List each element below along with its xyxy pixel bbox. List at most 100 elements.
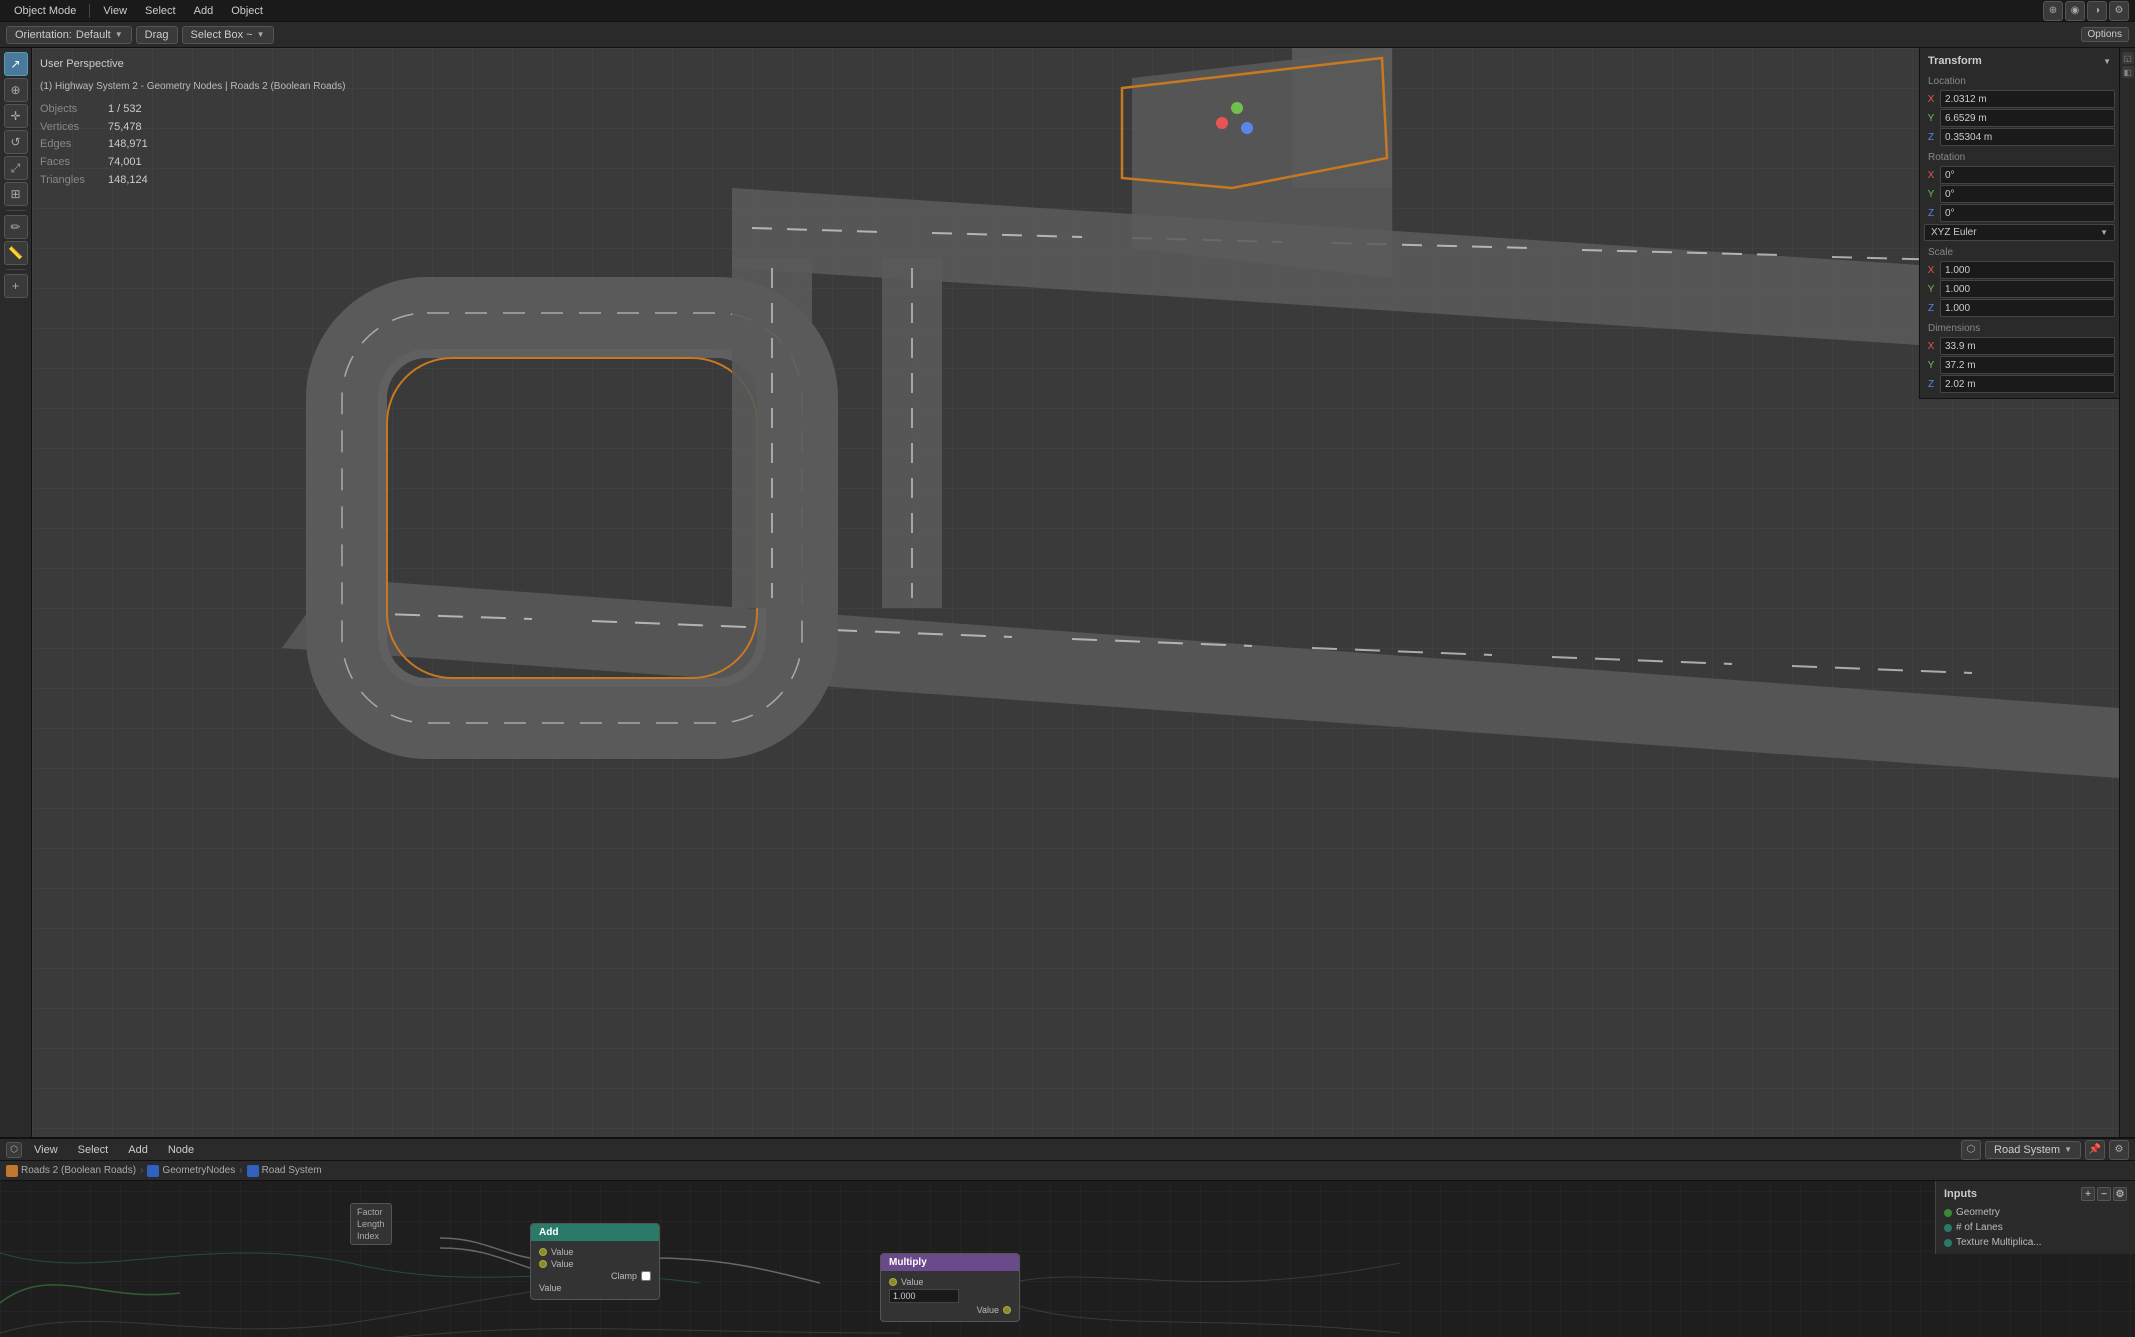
factor-label: Factor	[357, 1206, 385, 1218]
road-system-arrow: ▼	[2064, 1145, 2072, 1154]
right-tool-2[interactable]: ◧	[2122, 66, 2134, 78]
breadcrumb-item-1[interactable]: Roads 2 (Boolean Roads)	[6, 1165, 136, 1177]
index-label: Index	[357, 1230, 385, 1242]
global-icon[interactable]: ⊕	[2043, 1, 2063, 21]
rotation-z-label: Z	[1924, 208, 1938, 219]
rotation-x-input[interactable]	[1940, 166, 2115, 184]
transform-tool[interactable]: ⊞	[4, 182, 28, 206]
multiply-value-label-1: Value	[901, 1277, 923, 1287]
orientation-dropdown[interactable]: Orientation: Default ▼	[6, 26, 132, 44]
shading-icon[interactable]: ◑	[2087, 1, 2107, 21]
node-pin-icon[interactable]: 📌	[2085, 1140, 2105, 1160]
dim-z-label: Z	[1924, 379, 1938, 390]
orientation-value: Default	[76, 29, 111, 41]
drag-button[interactable]: Drag	[136, 26, 178, 44]
breadcrumb-item-3[interactable]: Road System	[247, 1165, 322, 1177]
add-value-label-2: Value	[551, 1259, 573, 1269]
location-x-input[interactable]	[1940, 90, 2115, 108]
multiply-node[interactable]: Multiply Value Value	[880, 1253, 1020, 1322]
menu-add[interactable]: Add	[186, 3, 222, 19]
add-clamp-checkbox[interactable]	[641, 1271, 651, 1281]
rotation-section: Rotation X Y Z XYZ Euler ▼	[1924, 150, 2115, 241]
node-menu-add[interactable]: Add	[120, 1142, 156, 1158]
select-box-arrow: ▼	[257, 30, 265, 39]
node-breadcrumb: Roads 2 (Boolean Roads) › GeometryNodes …	[0, 1161, 2135, 1181]
add-node-title: Add	[539, 1227, 558, 1238]
scale-y-input[interactable]	[1940, 280, 2115, 298]
rotation-y-input[interactable]	[1940, 185, 2115, 203]
scale-z-input[interactable]	[1940, 299, 2115, 317]
right-tool-1[interactable]: ◱	[2122, 52, 2134, 64]
breadcrumb-label-2: GeometryNodes	[162, 1165, 235, 1176]
location-y-input[interactable]	[1940, 109, 2115, 127]
location-x-row: X	[1924, 90, 2115, 108]
measure-tool[interactable]: 📏	[4, 241, 28, 265]
rotate-tool[interactable]: ↺	[4, 130, 28, 154]
settings-icon[interactable]: ⚙	[2109, 1, 2129, 21]
options-button[interactable]: Options	[2081, 27, 2129, 42]
multiply-value-input[interactable]	[889, 1289, 959, 1303]
scale-tool[interactable]: ⤢	[4, 156, 28, 180]
annotate-tool[interactable]: ✏	[4, 215, 28, 239]
road-system-label: Road System	[1994, 1144, 2060, 1156]
location-z-row: Z	[1924, 128, 2115, 146]
right-toolbar: ◱ ◧	[2119, 48, 2135, 1137]
multiply-output-socket	[1003, 1306, 1011, 1314]
menu-object[interactable]: Object	[223, 3, 271, 19]
inputs-remove-button[interactable]: −	[2097, 1187, 2111, 1201]
scale-x-label: X	[1924, 265, 1938, 276]
menu-select[interactable]: Select	[137, 3, 184, 19]
dim-x-label: X	[1924, 341, 1938, 352]
panel-collapse-icon[interactable]: ▼	[2103, 57, 2111, 66]
scale-x-input[interactable]	[1940, 261, 2115, 279]
location-y-row: Y	[1924, 109, 2115, 127]
inputs-settings-button[interactable]: ⚙	[2113, 1187, 2127, 1201]
menu-separator-1	[89, 4, 90, 18]
add-output-row: Value	[539, 1283, 651, 1293]
add-value-row: Value	[539, 1247, 651, 1257]
rotation-z-row: Z	[1924, 204, 2115, 222]
select-box-dropdown[interactable]: Select Box ~ ▼	[182, 26, 274, 44]
node-editor-topbar: ⬡ View Select Add Node ⬡ Road System ▼ 📌…	[0, 1139, 2135, 1161]
node-menu-view[interactable]: View	[26, 1142, 66, 1158]
faces-label: Faces	[40, 154, 100, 172]
dim-z-row: Z	[1924, 375, 2115, 393]
select-tool[interactable]: ↗	[4, 52, 28, 76]
dim-z-input[interactable]	[1940, 375, 2115, 393]
cursor-tool[interactable]: ⊕	[4, 78, 28, 102]
rotation-mode-dropdown[interactable]: XYZ Euler ▼	[1924, 224, 2115, 241]
node-editor-icon[interactable]: ⬡	[6, 1142, 22, 1158]
orientation-label: Orientation:	[15, 29, 72, 41]
location-label: Location	[1924, 74, 2115, 89]
node-editor-icon-1[interactable]: ⬡	[1961, 1140, 1981, 1160]
add-node-body: Value Value Clamp Value	[531, 1241, 659, 1299]
location-z-input[interactable]	[1940, 128, 2115, 146]
move-tool[interactable]: ✛	[4, 104, 28, 128]
dim-y-input[interactable]	[1940, 356, 2115, 374]
breadcrumb-label-3: Road System	[262, 1165, 322, 1176]
inputs-add-button[interactable]: +	[2081, 1187, 2095, 1201]
road-system-dropdown[interactable]: Road System ▼	[1985, 1141, 2081, 1159]
dim-x-input[interactable]	[1940, 337, 2115, 355]
viewport-view-label: User Perspective	[40, 56, 346, 74]
geometry-label: Geometry	[1956, 1207, 2000, 1218]
add-tool[interactable]: +	[4, 274, 28, 298]
node-settings-icon[interactable]: ⚙	[2109, 1140, 2129, 1160]
add-output-label: Value	[539, 1283, 561, 1293]
faces-stat: Faces 74,001	[40, 154, 346, 172]
scale-label: Scale	[1924, 245, 2115, 260]
menu-object-mode[interactable]: Object Mode	[6, 3, 84, 19]
node-menu-select[interactable]: Select	[70, 1142, 117, 1158]
add-node[interactable]: Add Value Value Clamp	[530, 1223, 660, 1300]
location-section: Location X Y Z	[1924, 74, 2115, 146]
menu-view[interactable]: View	[95, 3, 135, 19]
node-menu-node[interactable]: Node	[160, 1142, 202, 1158]
scale-z-row: Z	[1924, 299, 2115, 317]
node-editor-content[interactable]: Factor Length Index Add Value Value	[0, 1161, 2135, 1337]
rotation-z-input[interactable]	[1940, 204, 2115, 222]
breadcrumb-item-2[interactable]: GeometryNodes	[147, 1165, 235, 1177]
overlay-icon[interactable]: ◉	[2065, 1, 2085, 21]
add-clamp-label: Clamp	[611, 1271, 637, 1281]
3d-viewport[interactable]: User Perspective (1) Highway System 2 - …	[32, 48, 2119, 1137]
vertices-stat: Vertices 75,478	[40, 119, 346, 137]
